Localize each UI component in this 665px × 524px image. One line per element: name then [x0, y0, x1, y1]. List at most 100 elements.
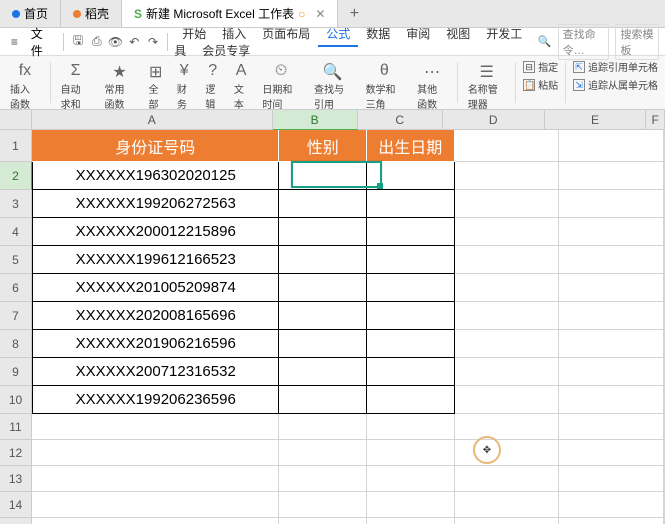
- ribbon-查找与引用[interactable]: 🔍查找与引用▼: [312, 60, 354, 110]
- col-header-E[interactable]: E: [545, 110, 647, 130]
- cell-A1[interactable]: 身份证号码: [32, 130, 279, 162]
- cell-E8[interactable]: [559, 330, 664, 358]
- title-tab-docker[interactable]: 稻壳: [61, 0, 122, 27]
- cell-D1[interactable]: [455, 130, 560, 162]
- cell-D5[interactable]: [455, 246, 560, 274]
- menu-tab-数据[interactable]: 数据: [358, 23, 398, 45]
- cell-E9[interactable]: [559, 358, 664, 386]
- cell-E7[interactable]: [559, 302, 664, 330]
- menu-tab-页面布局[interactable]: 页面布局: [254, 23, 318, 45]
- cell-E2[interactable]: [559, 162, 664, 190]
- cell-B11[interactable]: [279, 414, 367, 440]
- ribbon-全部[interactable]: ⊞全部▼: [146, 60, 164, 110]
- cell-B1[interactable]: 性别: [279, 130, 367, 162]
- ribbon-常用函数[interactable]: ★常用函数▼: [103, 60, 137, 110]
- row-headers[interactable]: 123456789101112131415: [0, 130, 32, 524]
- cell-E14[interactable]: [559, 492, 664, 518]
- assign-button[interactable]: ⊟指定: [520, 58, 561, 75]
- row-header-3[interactable]: 3: [0, 190, 32, 218]
- cell-C1[interactable]: 出生日期: [367, 130, 455, 162]
- menu-tab-公式[interactable]: 公式: [318, 23, 358, 47]
- cell-C12[interactable]: [367, 440, 455, 466]
- cell-A4[interactable]: XXXXXX200012215896: [32, 218, 279, 246]
- save-icon[interactable]: 🖫: [70, 32, 87, 52]
- row-header-1[interactable]: 1: [0, 130, 32, 162]
- cell-C15[interactable]: [367, 518, 455, 524]
- cell-C4[interactable]: [367, 218, 455, 246]
- cell-A2[interactable]: XXXXXX196302020125: [32, 162, 279, 190]
- cell-E10[interactable]: [559, 386, 664, 414]
- cell-A5[interactable]: XXXXXX199612166523: [32, 246, 279, 274]
- cell-C11[interactable]: [367, 414, 455, 440]
- row-header-13[interactable]: 13: [0, 466, 32, 492]
- cell-E15[interactable]: [559, 518, 664, 524]
- row-header-8[interactable]: 8: [0, 330, 32, 358]
- cell-A13[interactable]: [32, 466, 279, 492]
- ribbon-名称管理器[interactable]: ☰名称管理器▼: [466, 60, 508, 110]
- cell-D15[interactable]: [455, 518, 560, 524]
- cell-B8[interactable]: [279, 330, 367, 358]
- cell-D7[interactable]: [455, 302, 560, 330]
- cell-C13[interactable]: [367, 466, 455, 492]
- ribbon-自动求和[interactable]: Σ自动求和▼: [59, 60, 93, 110]
- cell-A6[interactable]: XXXXXX201005209874: [32, 274, 279, 302]
- cell-D12[interactable]: [455, 440, 560, 466]
- template-search[interactable]: 搜索模板: [615, 24, 659, 60]
- col-header-A[interactable]: A: [32, 110, 273, 130]
- cell-C9[interactable]: [367, 358, 455, 386]
- cell-B3[interactable]: [279, 190, 367, 218]
- cell-D3[interactable]: [455, 190, 560, 218]
- trace-precedents-button[interactable]: ⇱追踪引用单元格: [570, 58, 661, 75]
- undo-icon[interactable]: ↶: [126, 32, 143, 52]
- cell-B10[interactable]: [279, 386, 367, 414]
- ribbon-逻辑[interactable]: ?逻辑▼: [203, 60, 221, 110]
- cell-D4[interactable]: [455, 218, 560, 246]
- cell-A14[interactable]: [32, 492, 279, 518]
- command-search[interactable]: 查找命令…: [558, 24, 610, 60]
- cell-B7[interactable]: [279, 302, 367, 330]
- cell-C14[interactable]: [367, 492, 455, 518]
- cell-B15[interactable]: [279, 518, 367, 524]
- ribbon-其他函数[interactable]: ⋯其他函数▼: [415, 60, 449, 110]
- ribbon-插入函数[interactable]: fx插入函数▼: [8, 60, 42, 110]
- cell-E6[interactable]: [559, 274, 664, 302]
- ribbon-财务[interactable]: ¥财务▼: [175, 60, 193, 110]
- cell-A10[interactable]: XXXXXX199206236596: [32, 386, 279, 414]
- cell-E11[interactable]: [559, 414, 664, 440]
- select-all-corner[interactable]: [0, 110, 32, 130]
- title-tab-home[interactable]: 首页: [0, 0, 61, 27]
- col-header-D[interactable]: D: [443, 110, 545, 130]
- row-header-9[interactable]: 9: [0, 358, 32, 386]
- cell-D13[interactable]: [455, 466, 560, 492]
- cell-C3[interactable]: [367, 190, 455, 218]
- cell-D11[interactable]: [455, 414, 560, 440]
- cell-A8[interactable]: XXXXXX201906216596: [32, 330, 279, 358]
- column-headers[interactable]: ABCDEF: [32, 110, 665, 130]
- cell-E5[interactable]: [559, 246, 664, 274]
- cell-D9[interactable]: [455, 358, 560, 386]
- row-header-11[interactable]: 11: [0, 414, 32, 440]
- cell-E3[interactable]: [559, 190, 664, 218]
- cell-B14[interactable]: [279, 492, 367, 518]
- trace-dependents-button[interactable]: ⇲追踪从属单元格: [570, 76, 661, 93]
- cell-D2[interactable]: [455, 162, 560, 190]
- cell-A15[interactable]: [32, 518, 279, 524]
- cell-grid[interactable]: 身份证号码性别出生日期XXXXXX196302020125XXXXXX19920…: [32, 130, 665, 524]
- file-menu[interactable]: 文件: [31, 25, 51, 59]
- cell-C5[interactable]: [367, 246, 455, 274]
- cell-A12[interactable]: [32, 440, 279, 466]
- row-header-5[interactable]: 5: [0, 246, 32, 274]
- cell-B13[interactable]: [279, 466, 367, 492]
- cell-B2[interactable]: [279, 162, 367, 190]
- cell-E12[interactable]: [559, 440, 664, 466]
- cell-A7[interactable]: XXXXXX202008165696: [32, 302, 279, 330]
- cell-C10[interactable]: [367, 386, 455, 414]
- row-header-14[interactable]: 14: [0, 492, 32, 518]
- row-header-10[interactable]: 10: [0, 386, 32, 414]
- menu-tab-审阅[interactable]: 审阅: [398, 23, 438, 45]
- cell-C8[interactable]: [367, 330, 455, 358]
- cell-D8[interactable]: [455, 330, 560, 358]
- row-header-4[interactable]: 4: [0, 218, 32, 246]
- cell-C6[interactable]: [367, 274, 455, 302]
- cell-A3[interactable]: XXXXXX199206272563: [32, 190, 279, 218]
